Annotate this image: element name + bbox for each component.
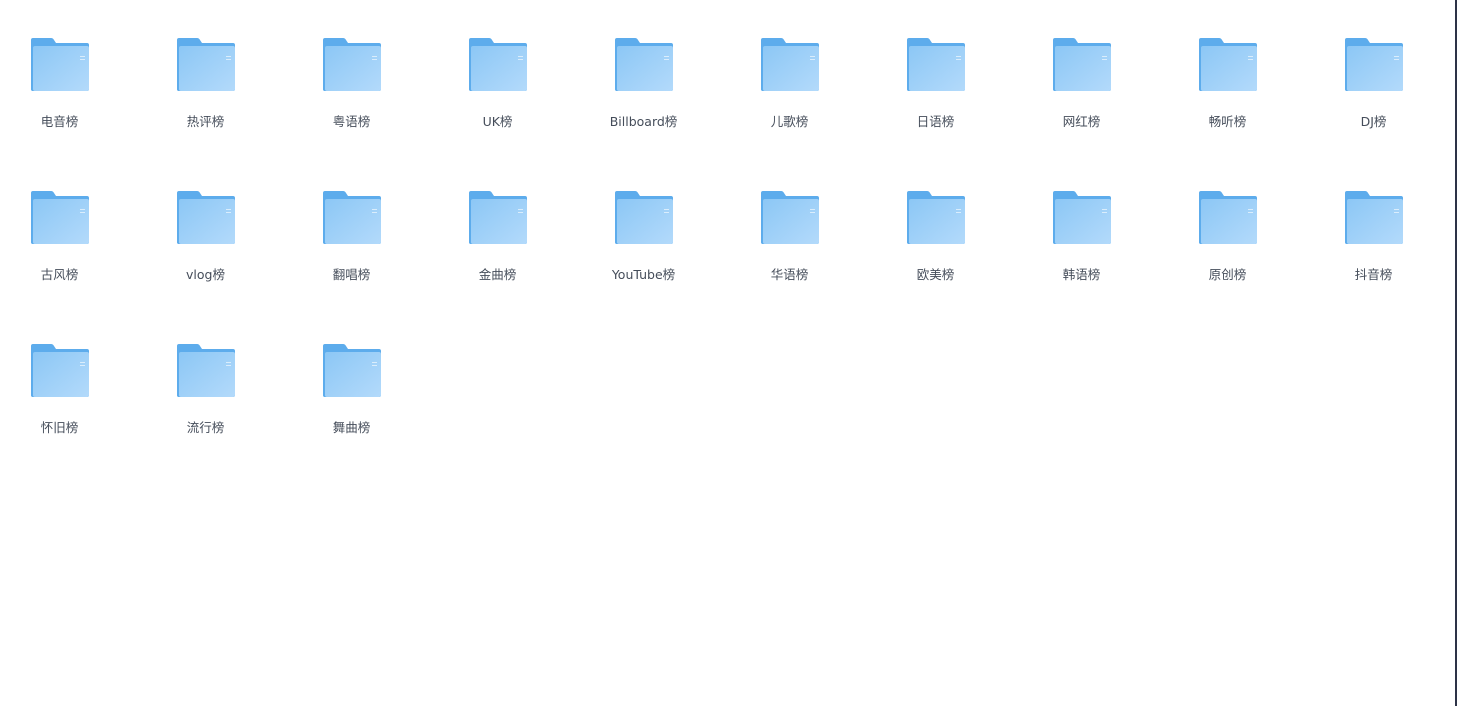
folder-item[interactable]: 网红榜 xyxy=(1022,30,1168,183)
folder-label: 华语榜 xyxy=(770,267,809,282)
folder-item[interactable]: 原创榜 xyxy=(1168,183,1314,336)
folder-label: DJ榜 xyxy=(1360,114,1387,129)
folder-icon xyxy=(760,190,820,246)
folder-label: 流行榜 xyxy=(186,420,225,435)
folder-icon xyxy=(322,343,382,399)
folder-item[interactable]: 翻唱榜 xyxy=(292,183,438,336)
folder-icon xyxy=(1052,190,1112,246)
folder-item[interactable]: 舞曲榜 xyxy=(292,336,438,489)
folder-icon xyxy=(322,37,382,93)
folder-icon xyxy=(614,37,674,93)
folder-icon xyxy=(1052,37,1112,93)
folder-icon xyxy=(468,37,528,93)
folder-label: 翻唱榜 xyxy=(332,267,371,282)
folder-item[interactable]: UK榜 xyxy=(438,30,584,183)
folder-icon xyxy=(760,37,820,93)
folder-item[interactable]: 怀旧榜 xyxy=(0,336,146,489)
folder-icon xyxy=(322,190,382,246)
folder-label: 古风榜 xyxy=(40,267,79,282)
folder-item[interactable]: Billboard榜 xyxy=(584,30,730,183)
folder-label: 儿歌榜 xyxy=(770,114,809,129)
folder-item[interactable]: DJ榜 xyxy=(1314,30,1457,183)
folder-label: YouTube榜 xyxy=(611,267,676,282)
folder-icon xyxy=(176,190,236,246)
folder-icon xyxy=(30,37,90,93)
folder-label: 欧美榜 xyxy=(916,267,955,282)
folder-label: 电音榜 xyxy=(40,114,79,129)
folder-label: 原创榜 xyxy=(1208,267,1247,282)
folder-label: 抖音榜 xyxy=(1354,267,1393,282)
folder-label: 韩语榜 xyxy=(1062,267,1101,282)
folder-label: 怀旧榜 xyxy=(40,420,79,435)
folder-icon xyxy=(468,190,528,246)
folder-item[interactable]: 畅听榜 xyxy=(1168,30,1314,183)
folder-label: Billboard榜 xyxy=(609,114,678,129)
folder-icon xyxy=(906,37,966,93)
folder-label: 金曲榜 xyxy=(478,267,517,282)
folder-item[interactable]: 欧美榜 xyxy=(876,183,1022,336)
folder-label: 热评榜 xyxy=(186,114,225,129)
folder-item[interactable]: 金曲榜 xyxy=(438,183,584,336)
folder-icon xyxy=(1344,37,1404,93)
folder-label: 舞曲榜 xyxy=(332,420,371,435)
folder-item[interactable]: 抖音榜 xyxy=(1314,183,1457,336)
folder-item[interactable]: 粤语榜 xyxy=(292,30,438,183)
folder-item[interactable]: 电音榜 xyxy=(0,30,146,183)
folder-item[interactable]: 华语榜 xyxy=(730,183,876,336)
folder-icon xyxy=(614,190,674,246)
folder-label: 粤语榜 xyxy=(332,114,371,129)
folder-icon xyxy=(906,190,966,246)
folder-item[interactable]: YouTube榜 xyxy=(584,183,730,336)
folder-item[interactable]: vlog榜 xyxy=(146,183,292,336)
folder-label: 日语榜 xyxy=(916,114,955,129)
folder-label: 网红榜 xyxy=(1062,114,1101,129)
folder-icon xyxy=(30,343,90,399)
folder-icon xyxy=(1198,37,1258,93)
folder-icon xyxy=(1344,190,1404,246)
folder-item[interactable]: 日语榜 xyxy=(876,30,1022,183)
folder-label: 畅听榜 xyxy=(1208,114,1247,129)
folder-icon xyxy=(1198,190,1258,246)
folder-item[interactable]: 流行榜 xyxy=(146,336,292,489)
folder-item[interactable]: 热评榜 xyxy=(146,30,292,183)
folder-item[interactable]: 儿歌榜 xyxy=(730,30,876,183)
folder-item[interactable]: 古风榜 xyxy=(0,183,146,336)
folder-icon xyxy=(176,37,236,93)
folder-grid: 电音榜 热评榜 粤语榜 UK榜 Billboard榜 儿歌榜 日语榜 网红榜 畅… xyxy=(0,30,1457,489)
folder-item[interactable]: 韩语榜 xyxy=(1022,183,1168,336)
folder-label: UK榜 xyxy=(482,114,513,129)
folder-label: vlog榜 xyxy=(186,267,225,282)
folder-icon xyxy=(176,343,236,399)
folder-icon xyxy=(30,190,90,246)
